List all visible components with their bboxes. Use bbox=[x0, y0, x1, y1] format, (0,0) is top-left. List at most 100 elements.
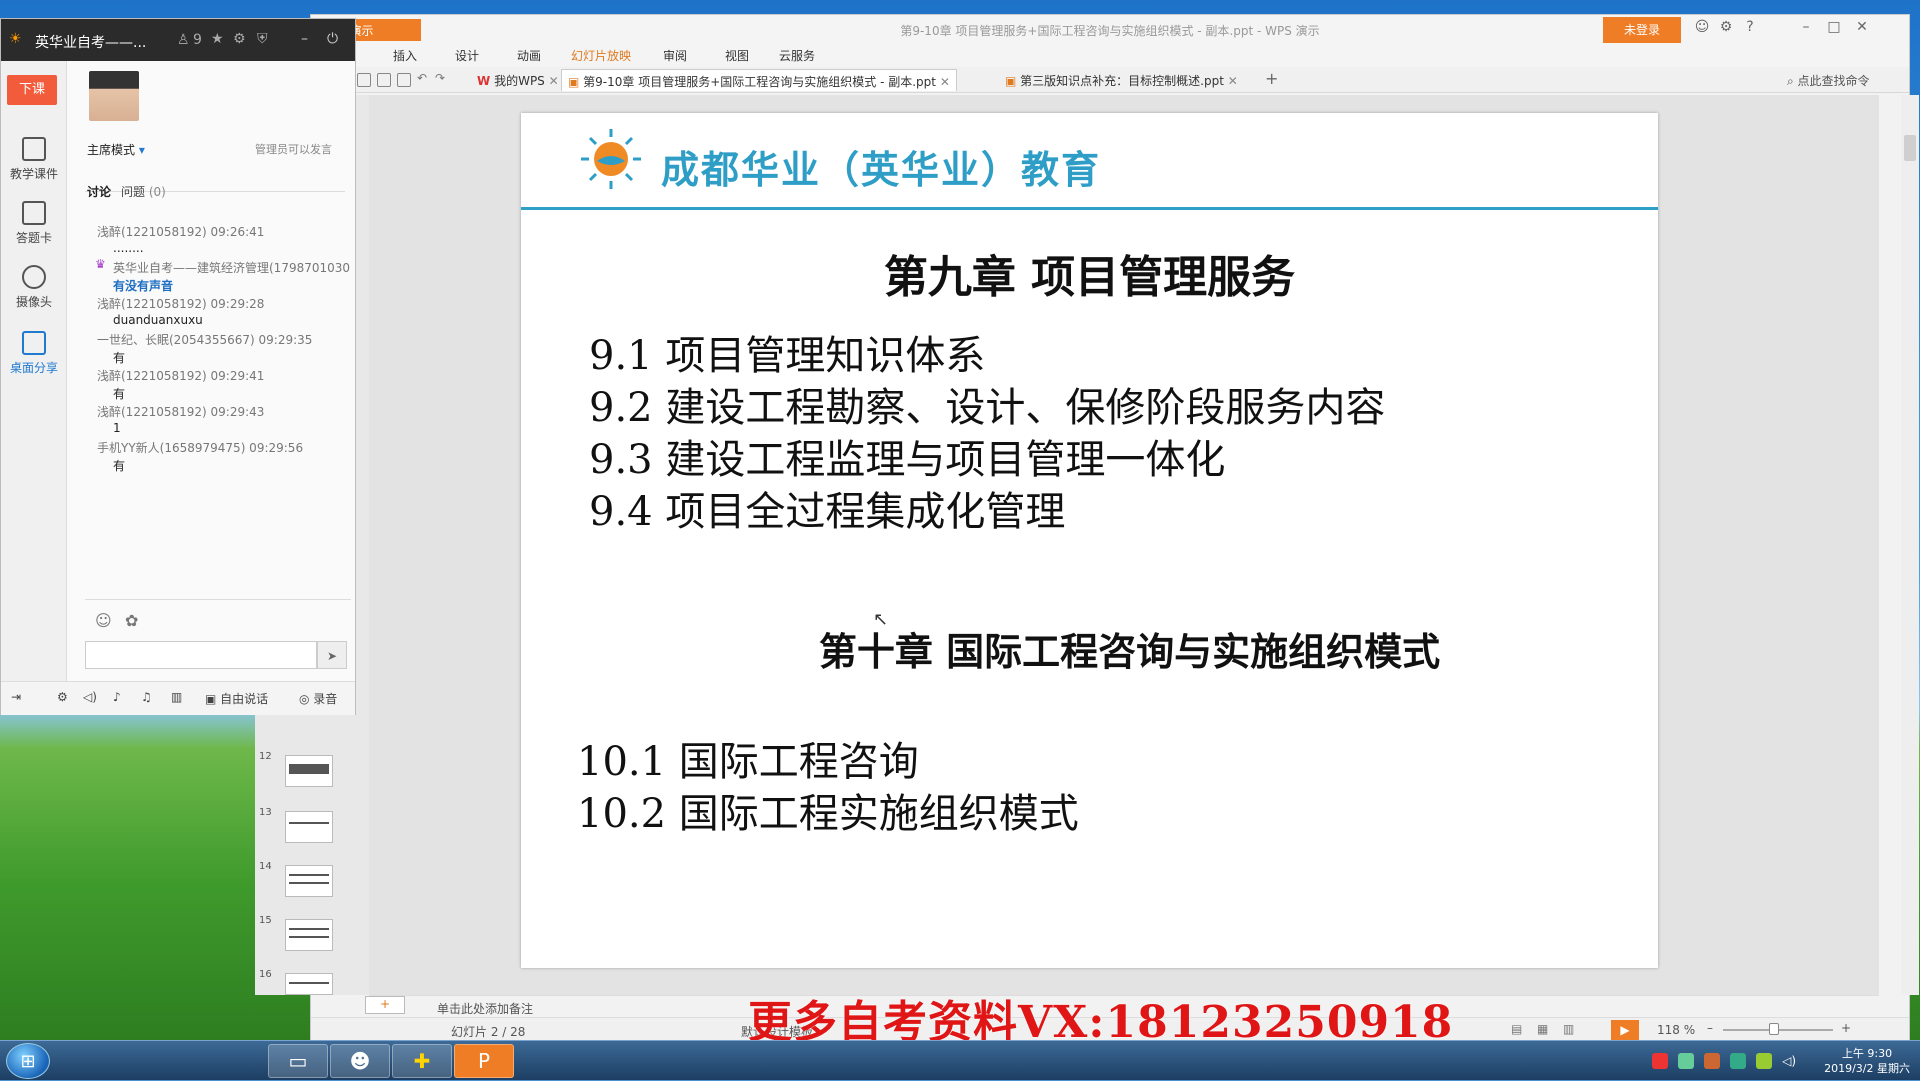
slide-canvas[interactable]: 成都华业（英华业）教育 第九章 项目管理服务 9.1 项目管理知识体系 9.2 … bbox=[521, 113, 1658, 968]
power-icon[interactable]: ⏻ bbox=[327, 31, 338, 47]
preview-icon[interactable] bbox=[397, 73, 411, 87]
menu-slideshow[interactable]: 幻灯片放映 bbox=[571, 47, 631, 64]
search-command[interactable]: ⌕ 点此查找命令 bbox=[1787, 72, 1870, 89]
add-slide-button[interactable]: + bbox=[365, 996, 405, 1014]
sidebar-item-camera[interactable]: 摄像头 bbox=[1, 265, 67, 310]
taskbar: ⊞ ▭ ☻ ✚ P ◁) 上午 9:30 2019/3/2 星期六 bbox=[0, 1040, 1920, 1080]
wps-presentation-icon[interactable]: P bbox=[454, 1044, 514, 1078]
tab-second-ppt[interactable]: ▣ 第三版知识点补充：目标控制概述.ppt ✕ bbox=[999, 69, 1244, 91]
favorite-icon[interactable]: ★ bbox=[211, 31, 224, 47]
chapter10-title: 第十章 国际工程咨询与实施组织模式 bbox=[818, 630, 1441, 674]
record-button[interactable]: ◎ 录音 bbox=[299, 690, 337, 707]
view-normal-icon[interactable]: ▤ bbox=[1511, 1022, 1522, 1036]
chat-message: ........ bbox=[113, 241, 144, 255]
free-talk-button[interactable]: ▣ 自由说话 bbox=[205, 690, 268, 707]
volume-icon[interactable]: ◁) bbox=[1782, 1054, 1796, 1068]
vip-icon: ♛ bbox=[95, 257, 106, 271]
battery-icon[interactable] bbox=[1678, 1053, 1695, 1069]
new-tab-icon[interactable]: + bbox=[1265, 69, 1278, 88]
shield-icon[interactable]: ⛨ bbox=[257, 31, 268, 47]
zoom-out-icon[interactable]: – bbox=[1707, 1021, 1713, 1035]
section-9-1: 9.1 项目管理知识体系 bbox=[589, 333, 986, 379]
document-icon bbox=[22, 137, 46, 161]
slide-thumbnail[interactable] bbox=[285, 755, 333, 787]
sogou-input-icon[interactable] bbox=[1652, 1053, 1669, 1069]
zoom-in-icon[interactable]: + bbox=[1841, 1021, 1851, 1035]
emoji-icon[interactable]: ☺ bbox=[95, 611, 112, 630]
send-icon[interactable]: ➤ bbox=[317, 641, 347, 669]
exit-icon[interactable]: ⇥ bbox=[11, 690, 21, 704]
start-button[interactable]: ⊞ bbox=[6, 1043, 50, 1079]
file-explorer-icon[interactable]: ▭ bbox=[268, 1044, 328, 1078]
tab-discuss[interactable]: 讨论 bbox=[87, 183, 111, 200]
security-icon[interactable] bbox=[1756, 1053, 1773, 1069]
slide-thumbnail[interactable] bbox=[285, 865, 333, 897]
settings-icon[interactable]: ⚙ bbox=[233, 31, 246, 47]
microphone-icon[interactable]: ♪ bbox=[113, 690, 121, 704]
tab-my-wps[interactable]: W 我的WPS ✕ bbox=[471, 69, 565, 91]
green-app-icon[interactable]: ✚ bbox=[392, 1044, 452, 1078]
yy-app-icon[interactable]: ☻ bbox=[330, 1044, 390, 1078]
menu-animation[interactable]: 动画 bbox=[517, 47, 541, 64]
chat-meta: 一世纪、长眠(2054355667) 09:29:35 bbox=[97, 333, 313, 347]
yy-classroom-panel: ☀ 英华业自考——... ♙ 9 ★ ⚙ ⛨ – ⏻ 下课 教学课件 答题卡 摄… bbox=[0, 18, 356, 715]
menu-cloud[interactable]: 云服务 bbox=[779, 47, 815, 64]
maximize-icon[interactable]: □ bbox=[1823, 19, 1845, 39]
yy-logo-icon: ☀ bbox=[9, 31, 22, 47]
sidebar-item-answer-card[interactable]: 答题卡 bbox=[1, 201, 67, 246]
section-9-2: 9.2 建设工程勘察、设计、保修阶段服务内容 bbox=[589, 385, 1386, 431]
chapter9-title: 第九章 项目管理服务 bbox=[883, 252, 1296, 303]
minimize-icon[interactable]: – bbox=[301, 31, 308, 47]
settings-icon[interactable]: ⚙ bbox=[1715, 19, 1737, 39]
view-reading-icon[interactable]: ▥ bbox=[1563, 1022, 1574, 1036]
skin-icon[interactable]: ☺ bbox=[1691, 19, 1713, 39]
clock-date: 2019/3/2 星期六 bbox=[1824, 1062, 1910, 1075]
slide-number: 12 bbox=[259, 751, 272, 762]
chat-meta: 浅醉(1221058192) 09:29:41 bbox=[97, 369, 265, 383]
end-class-button[interactable]: 下课 bbox=[7, 75, 57, 105]
system-tray: ◁) 上午 9:30 2019/3/2 星期六 bbox=[1652, 1041, 1910, 1081]
menu-view[interactable]: 视图 bbox=[725, 47, 749, 64]
login-button[interactable]: 未登录 bbox=[1603, 17, 1681, 43]
yy-bottom-toolbar: ⇥ ⚙ ◁) ♪ ♫ ▥ ▣ 自由说话 ◎ 录音 bbox=[1, 681, 355, 715]
scrollbar-thumb[interactable] bbox=[1904, 135, 1916, 161]
equalizer-icon[interactable]: ▥ bbox=[171, 690, 182, 704]
close-icon[interactable]: ✕ bbox=[1851, 19, 1873, 39]
settings-icon[interactable]: ⚙ bbox=[57, 690, 68, 704]
view-sorter-icon[interactable]: ▦ bbox=[1537, 1022, 1548, 1036]
slide-thumbnail[interactable] bbox=[285, 811, 333, 843]
yy-sidebar: 下课 教学课件 答题卡 摄像头 桌面分享 bbox=[1, 61, 67, 681]
help-icon[interactable]: ? bbox=[1739, 19, 1761, 39]
speaker-icon[interactable]: ◁) bbox=[83, 690, 97, 704]
notes-placeholder[interactable]: 单击此处添加备注 bbox=[437, 1000, 533, 1017]
redo-icon[interactable]: ↷ bbox=[435, 71, 445, 85]
slide-thumbnail[interactable] bbox=[285, 973, 333, 995]
tab-active-ppt[interactable]: ▣ 第9-10章 项目管理服务+国际工程咨询与实施组织模式 - 副本.ppt ✕ bbox=[561, 69, 957, 91]
mode-selector[interactable]: 主席模式 ▾ bbox=[87, 141, 145, 158]
system-clock[interactable]: 上午 9:30 2019/3/2 星期六 bbox=[1824, 1046, 1910, 1076]
play-slideshow-button[interactable]: ▶ bbox=[1611, 1020, 1639, 1040]
new-doc-icon[interactable] bbox=[357, 73, 371, 87]
menu-insert[interactable]: 插入 bbox=[393, 47, 417, 64]
slide-number: 13 bbox=[259, 807, 272, 818]
slide-thumbnail[interactable] bbox=[285, 919, 333, 951]
monitor-icon bbox=[22, 331, 46, 355]
tab-question[interactable]: 问题 (0) bbox=[121, 183, 166, 200]
chat-input[interactable] bbox=[85, 641, 317, 669]
vertical-scrollbar[interactable] bbox=[1901, 95, 1919, 995]
sidebar-item-courseware[interactable]: 教学课件 bbox=[1, 137, 67, 182]
admin-note: 管理员可以发言 bbox=[255, 143, 332, 156]
app-tray-icon[interactable] bbox=[1704, 1053, 1721, 1069]
minimize-icon[interactable]: – bbox=[1795, 19, 1817, 39]
music-icon[interactable]: ♫ bbox=[141, 690, 152, 704]
zoom-slider-handle[interactable] bbox=[1769, 1023, 1779, 1035]
slide-number: 14 bbox=[259, 861, 272, 872]
network-icon[interactable] bbox=[1730, 1053, 1747, 1069]
flower-icon[interactable]: ✿ bbox=[125, 611, 138, 630]
undo-icon[interactable]: ↶ bbox=[417, 71, 427, 85]
menu-design[interactable]: 设计 bbox=[455, 47, 479, 64]
sidebar-item-desktop-share[interactable]: 桌面分享 bbox=[1, 331, 67, 376]
print-icon[interactable] bbox=[377, 73, 391, 87]
teacher-avatar[interactable] bbox=[89, 71, 139, 121]
menu-review[interactable]: 审阅 bbox=[663, 47, 687, 64]
